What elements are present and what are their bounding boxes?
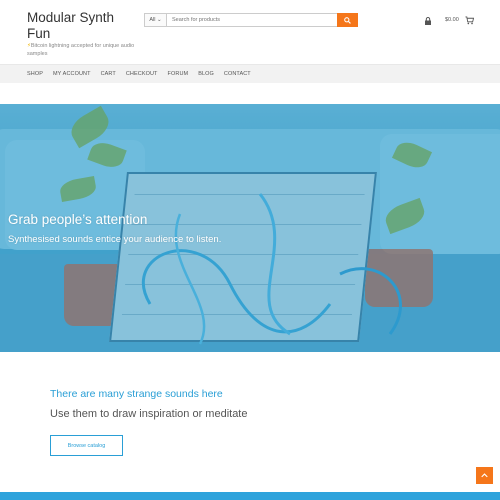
nav-item-forum[interactable]: FORUM bbox=[168, 71, 189, 77]
search-button[interactable] bbox=[337, 13, 358, 27]
site-tagline: ⚡Bitcoin lightning accepted for unique a… bbox=[27, 42, 137, 58]
search-icon bbox=[344, 16, 351, 24]
primary-nav: SHOP MY ACCOUNT CART CHECKOUT FORUM BLOG… bbox=[0, 64, 500, 83]
cart-icon[interactable] bbox=[465, 16, 474, 25]
tagline-text: Bitcoin lightning accepted for unique au… bbox=[27, 43, 135, 57]
browse-catalog-button[interactable]: Browse catalog bbox=[50, 435, 123, 456]
lock-icon[interactable] bbox=[423, 16, 433, 26]
hero-title: Grab people’s attention bbox=[8, 212, 148, 227]
hero-subtitle: Synthesised sounds entice your audience … bbox=[8, 234, 222, 245]
nav-item-contact[interactable]: CONTACT bbox=[224, 71, 251, 77]
footer-bar bbox=[0, 492, 500, 500]
search-input[interactable] bbox=[167, 14, 337, 26]
cart-total[interactable]: $0.00 bbox=[445, 17, 459, 23]
nav-item-shop[interactable]: SHOP bbox=[27, 71, 43, 77]
chevron-up-icon bbox=[481, 473, 488, 478]
search-bar: All ⌄ bbox=[144, 13, 358, 27]
nav-item-my-account[interactable]: MY ACCOUNT bbox=[53, 71, 91, 77]
promo-title: There are many strange sounds here bbox=[50, 388, 223, 400]
scroll-to-top-button[interactable] bbox=[476, 467, 493, 484]
search-category-select[interactable]: All ⌄ bbox=[145, 14, 167, 26]
site-title[interactable]: Modular Synth Fun bbox=[27, 10, 137, 42]
nav-item-checkout[interactable]: CHECKOUT bbox=[126, 71, 158, 77]
hero-banner: Grab people’s attention Synthesised soun… bbox=[0, 104, 500, 352]
chevron-down-icon: ⌄ bbox=[155, 17, 162, 23]
nav-item-cart[interactable]: CART bbox=[101, 71, 116, 77]
hero-overlay bbox=[0, 104, 500, 352]
nav-item-blog[interactable]: BLOG bbox=[198, 71, 214, 77]
promo-subtitle: Use them to draw inspiration or meditate bbox=[50, 408, 248, 420]
